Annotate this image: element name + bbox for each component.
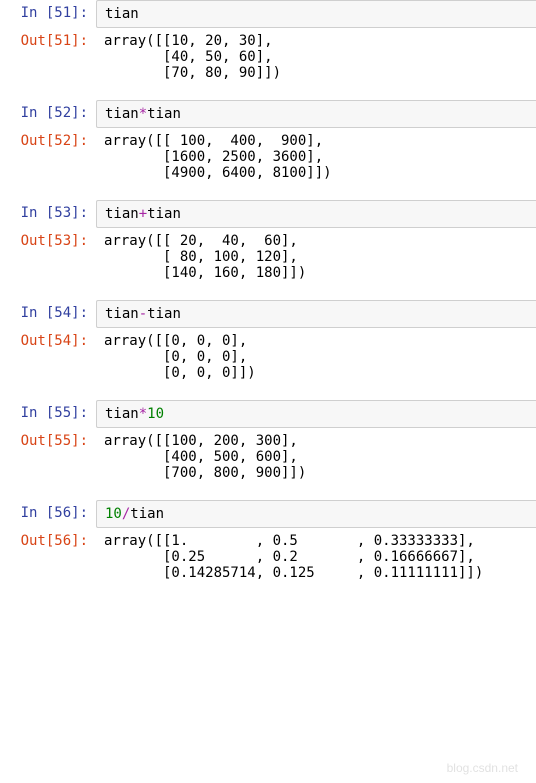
code-token: + [139, 206, 147, 222]
output-prompt: Out[52]: [0, 128, 96, 186]
output-prompt: Out[54]: [0, 328, 96, 386]
output-cell: Out[51]: array([[10, 20, 30], [40, 50, 6… [0, 28, 536, 86]
code-token: tian [105, 206, 139, 222]
code-output: array([[ 100, 400, 900], [1600, 2500, 36… [96, 128, 536, 186]
code-input[interactable]: tian [96, 0, 536, 28]
input-cell: In [53]: tian+tian [0, 200, 536, 228]
code-token: * [139, 106, 147, 122]
cell-gap [0, 486, 536, 500]
input-prompt: In [53]: [0, 200, 96, 228]
input-prompt: In [55]: [0, 400, 96, 428]
output-cell: Out[55]: array([[100, 200, 300], [400, 5… [0, 428, 536, 486]
output-prompt: Out[55]: [0, 428, 96, 486]
cell-gap [0, 86, 536, 100]
code-output: array([[10, 20, 30], [40, 50, 60], [70, … [96, 28, 536, 86]
output-prompt: Out[51]: [0, 28, 96, 86]
watermark-text: blog.csdn.net [447, 761, 518, 775]
code-token: tian [147, 306, 181, 322]
output-cell: Out[52]: array([[ 100, 400, 900], [1600,… [0, 128, 536, 186]
output-cell: Out[54]: array([[0, 0, 0], [0, 0, 0], [0… [0, 328, 536, 386]
input-cell: In [56]: 10/tian [0, 500, 536, 528]
code-token: tian [147, 206, 181, 222]
code-input[interactable]: tian*tian [96, 100, 536, 128]
cell-gap [0, 286, 536, 300]
input-cell: In [54]: tian-tian [0, 300, 536, 328]
input-prompt: In [52]: [0, 100, 96, 128]
input-cell: In [51]: tian [0, 0, 536, 28]
input-prompt: In [51]: [0, 0, 96, 28]
code-input[interactable]: tian*10 [96, 400, 536, 428]
code-token: tian [105, 306, 139, 322]
code-input[interactable]: tian+tian [96, 200, 536, 228]
output-prompt: Out[53]: [0, 228, 96, 286]
output-cell: Out[56]: array([[1. , 0.5 , 0.33333333],… [0, 528, 536, 586]
cell-gap [0, 386, 536, 400]
code-output: array([[1. , 0.5 , 0.33333333], [0.25 , … [96, 528, 536, 586]
code-token: 10 [105, 506, 122, 522]
code-token: 10 [147, 406, 164, 422]
cell-gap [0, 186, 536, 200]
code-token: * [139, 406, 147, 422]
code-output: array([[100, 200, 300], [400, 500, 600],… [96, 428, 536, 486]
input-prompt: In [54]: [0, 300, 96, 328]
code-token: tian [105, 6, 139, 22]
code-token: tian [130, 506, 164, 522]
code-token: tian [105, 106, 139, 122]
input-cell: In [52]: tian*tian [0, 100, 536, 128]
notebook-view: In [51]: tian Out[51]: array([[10, 20, 3… [0, 0, 536, 783]
output-prompt: Out[56]: [0, 528, 96, 586]
code-input[interactable]: 10/tian [96, 500, 536, 528]
output-cell: Out[53]: array([[ 20, 40, 60], [ 80, 100… [0, 228, 536, 286]
code-input[interactable]: tian-tian [96, 300, 536, 328]
input-cell: In [55]: tian*10 [0, 400, 536, 428]
input-prompt: In [56]: [0, 500, 96, 528]
code-token: tian [147, 106, 181, 122]
code-token: - [139, 306, 147, 322]
code-token: tian [105, 406, 139, 422]
code-output: array([[ 20, 40, 60], [ 80, 100, 120], [… [96, 228, 536, 286]
code-output: array([[0, 0, 0], [0, 0, 0], [0, 0, 0]]) [96, 328, 536, 386]
